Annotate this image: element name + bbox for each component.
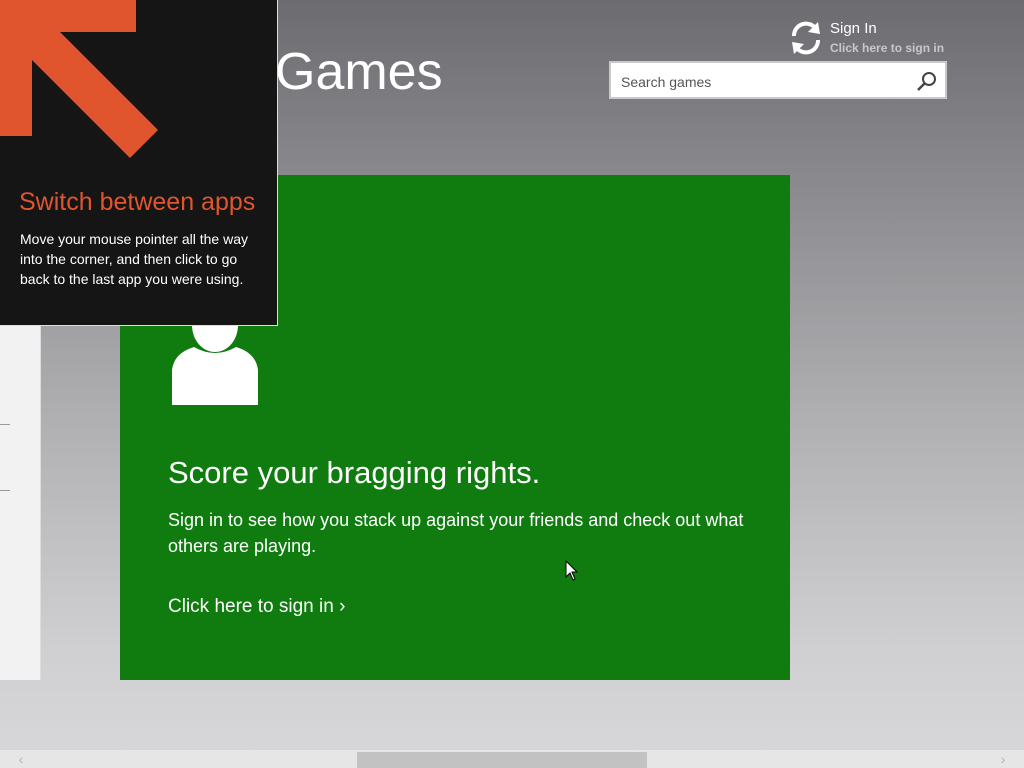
divider (0, 424, 10, 425)
switch-apps-tip: Switch between apps Move your mouse poin… (0, 0, 278, 326)
divider (0, 490, 10, 491)
left-partial-panel (0, 326, 41, 680)
tip-body: Move your mouse pointer all the way into… (20, 231, 248, 287)
sync-icon (791, 21, 821, 55)
scroll-left-button[interactable]: ‹ (12, 750, 30, 768)
tile-description: Sign in to see how you stack up against … (168, 510, 744, 556)
tile-heading: Score your bragging rights. (168, 455, 541, 490)
sign-in-title: Sign In (830, 20, 877, 37)
search-box (609, 61, 947, 99)
search-input[interactable] (619, 71, 913, 93)
horizontal-scrollbar[interactable]: ‹ › (0, 750, 1024, 768)
corner-arrow-icon (0, 0, 158, 158)
tip-title: Switch between apps (19, 188, 256, 216)
scroll-thumb[interactable] (357, 752, 647, 768)
scroll-right-button[interactable]: › (994, 750, 1012, 768)
sign-in-subtitle: Click here to sign in (830, 41, 945, 55)
sign-in-button[interactable]: Sign In Click here to sign in (788, 18, 958, 60)
mouse-cursor-icon (565, 560, 579, 581)
search-icon[interactable] (915, 69, 939, 93)
page-title: Games (275, 43, 443, 101)
sign-in-link[interactable]: Click here to sign in › (168, 596, 345, 618)
